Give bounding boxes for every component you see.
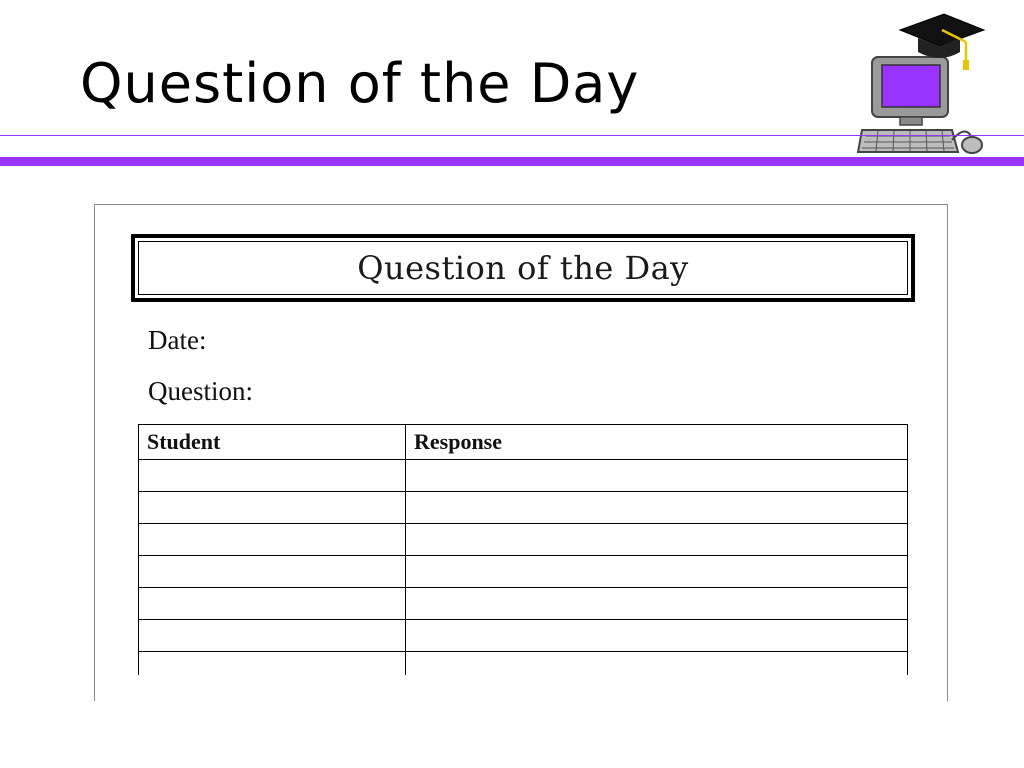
worksheet-bottom-crop (95, 675, 947, 701)
table-row (138, 459, 908, 492)
response-cell (405, 523, 908, 556)
student-cell (138, 491, 406, 524)
worksheet-header-box: Question of the Day (131, 234, 915, 302)
response-cell (405, 587, 908, 620)
student-cell (138, 555, 406, 588)
title-divider-thin (0, 135, 1024, 136)
column-header-response: Response (405, 424, 908, 460)
response-cell (405, 619, 908, 652)
response-cell (405, 491, 908, 524)
response-cell (405, 555, 908, 588)
table-row (138, 555, 908, 588)
column-header-student: Student (138, 424, 406, 460)
slide-title: Question of the Day (80, 52, 640, 115)
date-label: Date: (148, 325, 207, 355)
table-row (138, 587, 908, 620)
student-cell (138, 459, 406, 492)
worksheet-title: Question of the Day (357, 249, 689, 287)
student-cell (138, 587, 406, 620)
student-cell (138, 523, 406, 556)
table-header-row: Student Response (138, 424, 908, 460)
student-cell (138, 619, 406, 652)
table-row (138, 491, 908, 524)
response-cell (405, 459, 908, 492)
table-row (138, 523, 908, 556)
title-divider-thick (0, 157, 1024, 166)
question-label: Question: (148, 376, 253, 406)
response-table: Student Response (138, 424, 908, 684)
table-row (138, 619, 908, 652)
worksheet-image: Question of the Day Date: Question: Stud… (94, 204, 948, 701)
